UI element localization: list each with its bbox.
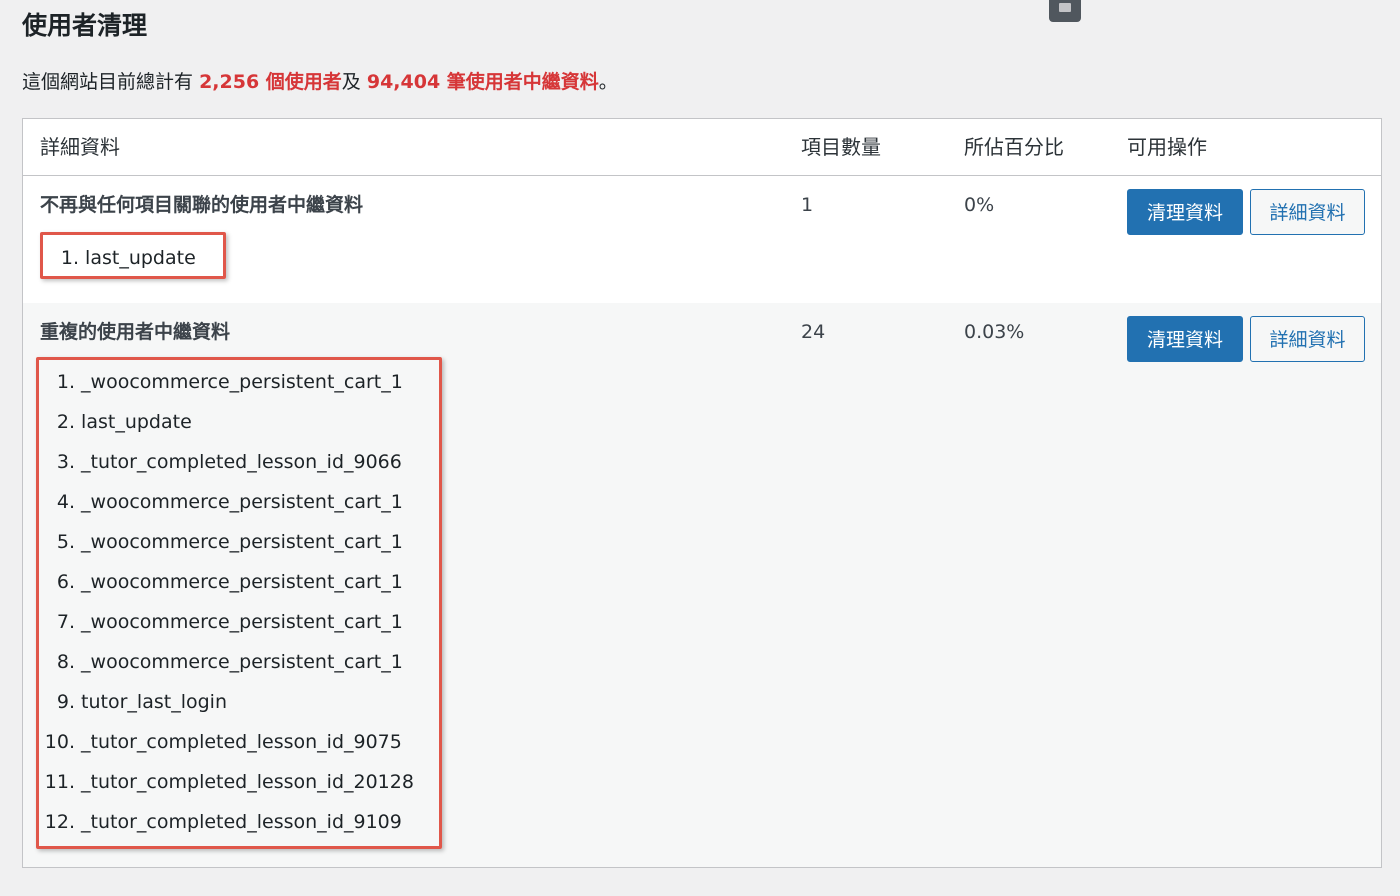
details-button[interactable]: 詳細資料 [1250, 189, 1365, 235]
list-item-key: _tutor_completed_lesson_id_9075 [81, 731, 402, 753]
list-item-number: 1. [56, 371, 75, 393]
list-item-number: 4. [56, 491, 75, 513]
list-item: 8. _woocommerce_persistent_cart_1 [39, 648, 439, 676]
list-item-number: 6. [56, 571, 75, 593]
list-item: 11. _tutor_completed_lesson_id_20128 [39, 768, 439, 796]
cleanup-table: 詳細資料 項目數量 所佔百分比 可用操作 不再與任何項目關聯的使用者中繼資料 1… [22, 118, 1382, 868]
list-item-key: _tutor_completed_lesson_id_9109 [81, 811, 402, 833]
row-percent: 0% [964, 194, 995, 216]
list-item-number: 8. [56, 651, 75, 673]
list-item-key: tutor_last_login [81, 691, 227, 713]
annotation-box: 1. last_update [40, 232, 226, 279]
row-count: 1 [801, 194, 814, 216]
toolbar-icon[interactable] [1049, 0, 1081, 22]
list-item-number: 10. [44, 731, 75, 753]
row-percent: 0.03% [964, 321, 1025, 343]
list-item-number: 7. [56, 611, 75, 633]
list-item-key: _tutor_completed_lesson_id_20128 [81, 771, 414, 793]
list-item-number: 5. [56, 531, 75, 553]
summary-text: 這個網站目前總計有 2,256 個使用者及 94,404 筆使用者中繼資料。 [22, 68, 618, 96]
table-row-duplicate-meta: 重複的使用者中繼資料 1. _woocommerce_persistent_ca… [23, 303, 1381, 867]
list-item-key: _woocommerce_persistent_cart_1 [81, 491, 403, 513]
users-count: 2,256 個使用者 [199, 71, 342, 93]
list-item-number: 1. [60, 247, 79, 269]
list-item: 1. _woocommerce_persistent_cart_1 [39, 368, 439, 396]
list-item-number: 12. [44, 811, 75, 833]
list-item: 4. _woocommerce_persistent_cart_1 [39, 488, 439, 516]
list-item-key: last_update [85, 247, 196, 269]
header-actions: 可用操作 [1127, 135, 1207, 159]
meta-count: 94,404 筆使用者中繼資料 [366, 71, 599, 93]
list-item-number: 3. [56, 451, 75, 473]
summary-suffix: 。 [598, 71, 618, 93]
list-item: 5. _woocommerce_persistent_cart_1 [39, 528, 439, 556]
list-item: 1. last_update [43, 244, 443, 272]
list-item: 9. tutor_last_login [39, 688, 439, 716]
header-percent: 所佔百分比 [964, 135, 1064, 159]
list-item-key: _woocommerce_persistent_cart_1 [81, 371, 403, 393]
list-item-number: 2. [56, 411, 75, 433]
summary-middle: 及 [341, 71, 361, 93]
details-button[interactable]: 詳細資料 [1250, 316, 1365, 362]
table-row-orphaned-meta: 不再與任何項目關聯的使用者中繼資料 1. last_update 1 0% 清理… [23, 176, 1381, 303]
list-item: 3. _tutor_completed_lesson_id_9066 [39, 448, 439, 476]
row-title: 重複的使用者中繼資料 [40, 321, 231, 343]
list-item-key: _woocommerce_persistent_cart_1 [81, 531, 403, 553]
list-item: 10. _tutor_completed_lesson_id_9075 [39, 728, 439, 756]
list-item-key: _woocommerce_persistent_cart_1 [81, 571, 403, 593]
list-item-key: last_update [81, 411, 192, 433]
clean-data-button[interactable]: 清理資料 [1127, 189, 1243, 235]
list-item-number: 9. [56, 691, 75, 713]
annotation-box: 1. _woocommerce_persistent_cart_1 2. last… [36, 357, 442, 849]
list-item-key: _woocommerce_persistent_cart_1 [81, 611, 403, 633]
row-count: 24 [801, 321, 826, 343]
summary-prefix: 這個網站目前總計有 [22, 71, 194, 93]
list-item-number: 11. [44, 771, 75, 793]
header-count: 項目數量 [801, 135, 881, 159]
table-header: 詳細資料 項目數量 所佔百分比 可用操作 [23, 119, 1381, 176]
header-details: 詳細資料 [40, 135, 120, 159]
list-item: 2. last_update [39, 408, 439, 436]
row-title: 不再與任何項目關聯的使用者中繼資料 [40, 194, 364, 216]
list-item: 6. _woocommerce_persistent_cart_1 [39, 568, 439, 596]
list-item: 12. _tutor_completed_lesson_id_9109 [39, 808, 439, 836]
page-title: 使用者清理 [22, 11, 148, 40]
list-item-key: _tutor_completed_lesson_id_9066 [81, 451, 402, 473]
list-item-key: _woocommerce_persistent_cart_1 [81, 651, 403, 673]
list-item: 7. _woocommerce_persistent_cart_1 [39, 608, 439, 636]
clean-data-button[interactable]: 清理資料 [1127, 316, 1243, 362]
